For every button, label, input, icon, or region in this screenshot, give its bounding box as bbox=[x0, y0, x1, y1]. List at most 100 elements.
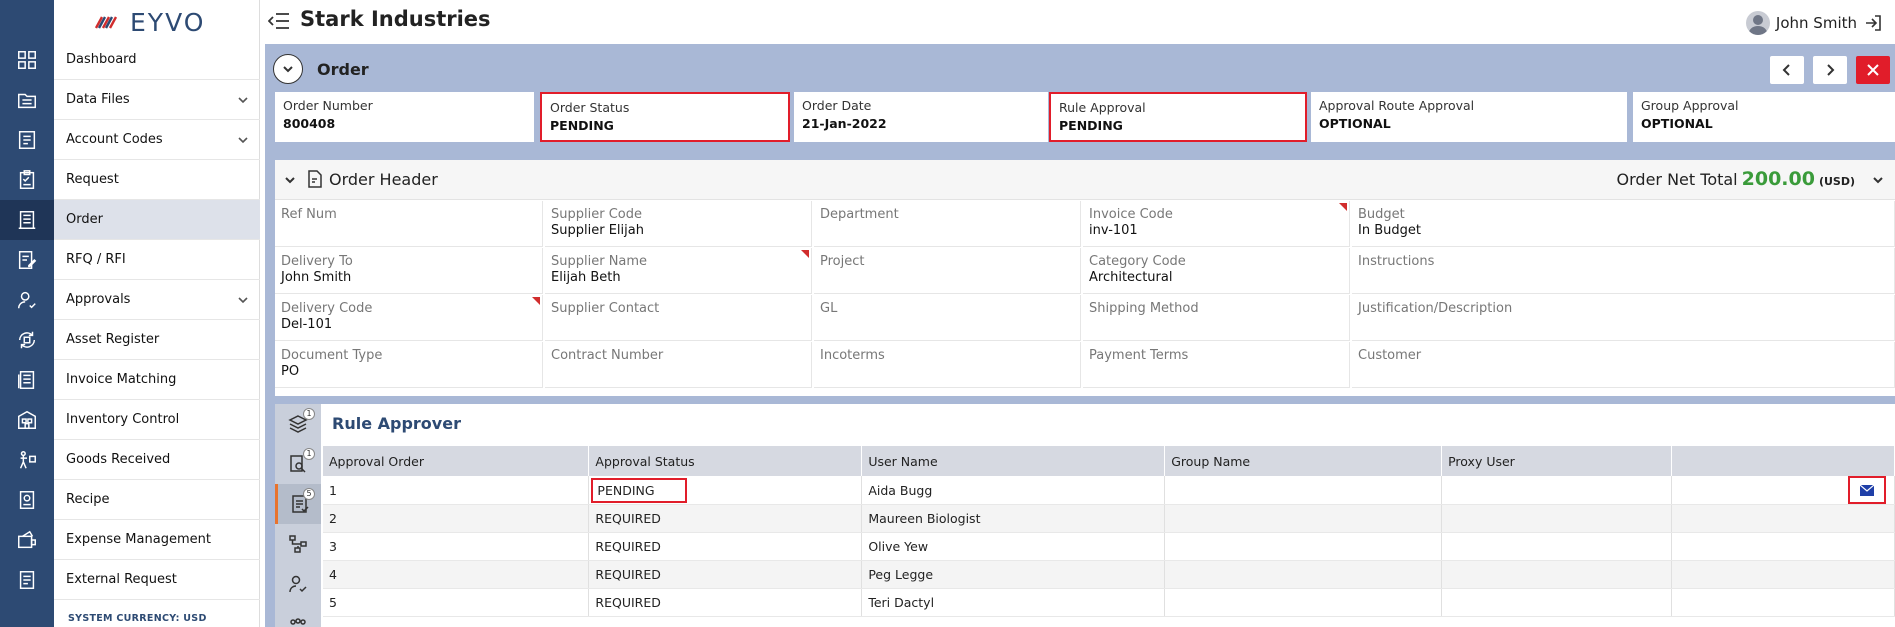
field-contract-number[interactable]: Contract Number bbox=[545, 342, 812, 388]
sidebar-item-rfq-rfi[interactable]: RFQ / RFI bbox=[54, 240, 260, 280]
field-document-type[interactable]: Document Type PO bbox=[275, 342, 543, 388]
eyvo-logo[interactable]: EYVO bbox=[94, 8, 234, 37]
summary-value: PENDING bbox=[550, 118, 614, 133]
field-incoterms[interactable]: Incoterms bbox=[814, 342, 1081, 388]
previous-button[interactable] bbox=[1770, 56, 1804, 84]
field-supplier-name[interactable]: Supplier Name Elijah Beth bbox=[545, 248, 812, 294]
sidebar-item-goods-received[interactable]: Goods Received bbox=[54, 440, 260, 480]
field-budget[interactable]: Budget In Budget bbox=[1352, 201, 1895, 247]
menu-collapse-icon[interactable] bbox=[268, 11, 290, 31]
column-header[interactable]: User Name bbox=[861, 446, 1166, 476]
table-row[interactable]: 1 PENDING Aida Bugg bbox=[323, 476, 1895, 505]
field-delivery-to[interactable]: Delivery To John Smith bbox=[275, 248, 543, 294]
logout-icon[interactable] bbox=[1863, 13, 1883, 33]
field-customer[interactable]: Customer bbox=[1352, 342, 1895, 388]
summary-label: Order Date bbox=[802, 98, 872, 113]
tab-group-approval[interactable] bbox=[275, 604, 321, 627]
tab-search-document[interactable]: 1 bbox=[275, 444, 321, 484]
order-collapse-button[interactable] bbox=[273, 54, 303, 84]
column-header[interactable]: Group Name bbox=[1164, 446, 1443, 476]
tab-user-approval[interactable] bbox=[275, 564, 321, 604]
chevron-down-icon[interactable] bbox=[283, 173, 297, 187]
cell-approval-order: 3 bbox=[323, 532, 590, 561]
next-button[interactable] bbox=[1813, 56, 1847, 84]
goods-received-icon[interactable] bbox=[0, 440, 54, 480]
column-header-actions bbox=[1671, 446, 1895, 476]
summary-value: PENDING bbox=[1059, 118, 1123, 133]
cell-proxy-user bbox=[1441, 588, 1673, 617]
field-justification-description[interactable]: Justification/Description bbox=[1352, 295, 1895, 341]
sidebar-item-asset-register[interactable]: Asset Register bbox=[54, 320, 260, 360]
sidebar-item-label: Account Codes bbox=[66, 132, 163, 147]
cell-approval-order: 5 bbox=[323, 588, 590, 617]
sidebar-item-invoice-matching[interactable]: Invoice Matching bbox=[54, 360, 260, 400]
sidebar-item-request[interactable]: Request bbox=[54, 160, 260, 200]
tab-layers[interactable]: 1 bbox=[275, 404, 321, 444]
table-row[interactable]: 3 REQUIRED Olive Yew bbox=[323, 532, 1895, 561]
sidebar-item-expense-management[interactable]: Expense Management bbox=[54, 520, 260, 560]
rfq-icon[interactable] bbox=[0, 240, 54, 280]
external-request-icon[interactable] bbox=[0, 560, 54, 600]
cell-actions bbox=[1671, 476, 1895, 505]
field-value: John Smith bbox=[281, 270, 352, 285]
tab-rule-approver[interactable]: 5 bbox=[275, 484, 321, 524]
sidebar-item-approvals[interactable]: Approvals bbox=[54, 280, 260, 320]
cell-group-name bbox=[1164, 560, 1443, 589]
sidebar-item-data-files[interactable]: Data Files bbox=[54, 80, 260, 120]
user-name: John Smith bbox=[1775, 14, 1857, 32]
send-email-button[interactable] bbox=[1848, 476, 1886, 504]
field-supplier-code[interactable]: Supplier Code Supplier Elijah bbox=[545, 201, 812, 247]
field-payment-terms[interactable]: Payment Terms bbox=[1083, 342, 1350, 388]
field-label: Customer bbox=[1358, 348, 1422, 363]
sidebar-item-order[interactable]: Order bbox=[54, 200, 260, 240]
sidebar-item-dashboard[interactable]: Dashboard bbox=[54, 40, 260, 80]
expense-management-icon[interactable] bbox=[0, 520, 54, 560]
account-codes-icon[interactable] bbox=[0, 120, 54, 160]
chevron-left-icon bbox=[1782, 64, 1790, 76]
order-header-bar[interactable]: Order Header Order Net Total 200.00 (USD… bbox=[275, 160, 1895, 200]
dashboard-icon[interactable] bbox=[0, 40, 54, 80]
close-button[interactable] bbox=[1856, 56, 1890, 84]
route-icon bbox=[289, 535, 307, 553]
inventory-control-icon[interactable] bbox=[0, 400, 54, 440]
field-gl[interactable]: GL bbox=[814, 295, 1081, 341]
table-row[interactable]: 5 REQUIRED Teri Dactyl bbox=[323, 588, 1895, 617]
table-row[interactable]: 2 REQUIRED Maureen Biologist bbox=[323, 504, 1895, 533]
summary-value: 21-Jan-2022 bbox=[802, 116, 887, 131]
asset-register-icon[interactable] bbox=[0, 320, 54, 360]
sidebar-item-account-codes[interactable]: Account Codes bbox=[54, 120, 260, 160]
field-delivery-code[interactable]: Delivery Code Del-101 bbox=[275, 295, 543, 341]
column-header[interactable]: Approval Status bbox=[588, 446, 863, 476]
sidebar-item-label: Inventory Control bbox=[66, 412, 180, 427]
field-instructions[interactable]: Instructions bbox=[1352, 248, 1895, 294]
chevron-down-icon[interactable] bbox=[1871, 173, 1885, 187]
field-invoice-code[interactable]: Invoice Code inv-101 bbox=[1083, 201, 1350, 247]
user-menu[interactable]: John Smith bbox=[1745, 11, 1883, 35]
approvals-icon[interactable] bbox=[0, 280, 54, 320]
chevron-down-icon bbox=[238, 96, 248, 103]
field-project[interactable]: Project bbox=[814, 248, 1081, 294]
sidebar-item-inventory-control[interactable]: Inventory Control bbox=[54, 400, 260, 440]
table-row[interactable]: 4 REQUIRED Peg Legge bbox=[323, 560, 1895, 589]
tab-approval-route[interactable] bbox=[275, 524, 321, 564]
column-header[interactable]: Proxy User bbox=[1441, 446, 1673, 476]
sidebar-item-label: Data Files bbox=[66, 92, 130, 107]
invoice-matching-icon[interactable] bbox=[0, 360, 54, 400]
order-icon[interactable] bbox=[0, 200, 54, 240]
request-icon[interactable] bbox=[0, 160, 54, 200]
icon-rail bbox=[0, 0, 54, 627]
field-supplier-contact[interactable]: Supplier Contact bbox=[545, 295, 812, 341]
rule-approver-table: Approval Order Approval Status User Name… bbox=[323, 446, 1895, 617]
field-category-code[interactable]: Category Code Architectural bbox=[1083, 248, 1350, 294]
data-files-icon[interactable] bbox=[0, 80, 54, 120]
sidebar-item-external-request[interactable]: External Request bbox=[54, 560, 260, 600]
field-value: PO bbox=[281, 364, 300, 379]
field-department[interactable]: Department bbox=[814, 201, 1081, 247]
field-shipping-method[interactable]: Shipping Method bbox=[1083, 295, 1350, 341]
cell-actions bbox=[1671, 504, 1895, 533]
field-ref-num[interactable]: Ref Num bbox=[275, 201, 543, 247]
field-value: Architectural bbox=[1089, 270, 1173, 285]
recipe-icon[interactable] bbox=[0, 480, 54, 520]
sidebar-item-recipe[interactable]: Recipe bbox=[54, 480, 260, 520]
column-header[interactable]: Approval Order bbox=[323, 446, 590, 476]
